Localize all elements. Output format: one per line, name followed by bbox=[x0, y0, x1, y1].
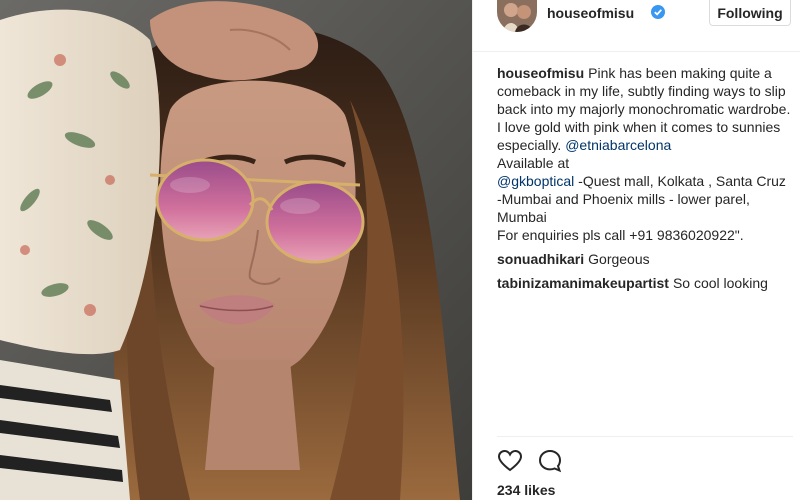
portrait-image bbox=[0, 0, 472, 500]
comment-username[interactable]: sonuadhikari bbox=[497, 251, 584, 267]
caption-username[interactable]: houseofmisu bbox=[497, 65, 584, 81]
following-button[interactable]: Following bbox=[709, 0, 791, 26]
instagram-post: houseofmisu Following houseofmisu Pink ha… bbox=[0, 0, 800, 500]
comment-icon[interactable] bbox=[537, 448, 563, 474]
avatar[interactable] bbox=[497, 0, 537, 32]
post-photo[interactable] bbox=[0, 0, 472, 500]
verified-badge-icon bbox=[651, 5, 665, 19]
header-username[interactable]: houseofmisu bbox=[547, 5, 634, 21]
comment-text: So cool looking bbox=[672, 275, 768, 291]
comment-username[interactable]: tabinizamanimakeupartist bbox=[497, 275, 669, 291]
heart-icon[interactable] bbox=[497, 448, 523, 474]
actions-divider bbox=[497, 436, 793, 437]
post-header: houseofmisu Following bbox=[473, 0, 800, 52]
mention-etniabarcelona[interactable]: @etniabarcelona bbox=[565, 137, 671, 153]
comment-text: Gorgeous bbox=[588, 251, 650, 267]
comment-item: tabinizamanimakeupartist So cool looking bbox=[497, 274, 793, 292]
mention-gkboptical[interactable]: @gkboptical bbox=[497, 173, 574, 189]
action-bar bbox=[497, 448, 563, 474]
likes-count[interactable]: 234 likes bbox=[497, 482, 555, 498]
caption-text-b: Available at bbox=[497, 155, 570, 171]
comment-item: sonuadhikari Gorgeous bbox=[497, 250, 793, 268]
post-caption: houseofmisu Pink has been making quite a … bbox=[497, 64, 793, 244]
post-sidebar: houseofmisu Following houseofmisu Pink ha… bbox=[472, 0, 800, 500]
comments-list: houseofmisu Pink has been making quite a … bbox=[497, 64, 793, 292]
